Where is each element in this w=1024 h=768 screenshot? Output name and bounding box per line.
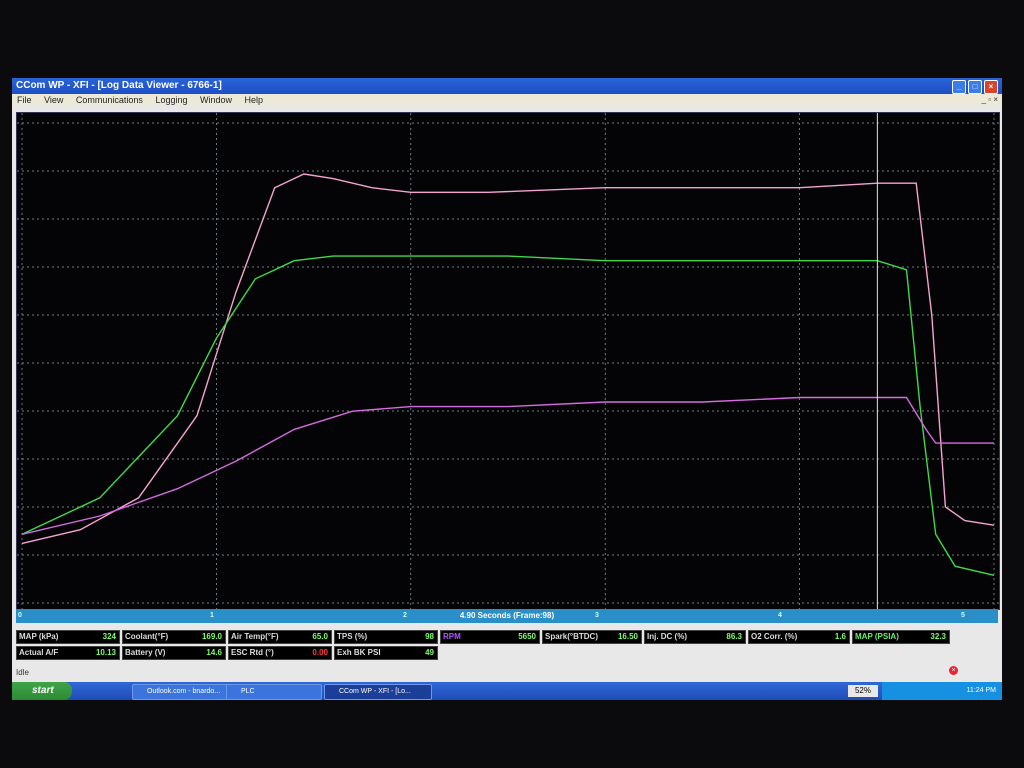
gauge-battery[interactable]: Battery (V) 14.6 [122,646,226,660]
gauge-label: TPS (%) [337,632,368,641]
time-tick: 0 [18,612,22,619]
taskbar-item-ccom[interactable]: CCom WP - XFI - [Lo... [324,684,432,700]
start-label: start [32,685,54,696]
gauge-value: 86.3 [726,632,742,641]
time-tick: 4 [778,612,782,619]
gauge-value: 65.0 [312,632,328,641]
taskbar-item-outlook[interactable]: Outlook.com - bnardo... [132,684,238,700]
gauge-label: Air Temp(°F) [231,632,279,641]
taskbar: start Outlook.com - bnardo... PLC CCom W… [12,682,1002,700]
menu-help[interactable]: Help [240,94,269,106]
gauge-air-temp[interactable]: Air Temp(°F) 65.0 [228,630,332,644]
gauge-label: Actual A/F [19,648,59,657]
screen: CCom WP - XFI - [Log Data Viewer - 6766-… [12,78,1002,700]
title-bar[interactable]: CCom WP - XFI - [Log Data Viewer - 6766-… [12,78,1002,94]
menu-logging[interactable]: Logging [150,94,192,106]
close-icon[interactable]: × [949,666,958,675]
gauge-panel: MAP (kPa) 324 Coolant(°F) 169.0 Air Temp… [16,630,998,664]
system-tray: 52% 11:24 PM [848,682,1002,700]
start-button[interactable]: start [12,682,72,700]
gauge-exh-bk-psi[interactable]: Exh BK PSI 49 [334,646,438,660]
gauge-map-kpa[interactable]: MAP (kPa) 324 [16,630,120,644]
series-line [21,396,994,535]
gauge-value: 16.50 [617,632,638,641]
gauge-value: 32.3 [930,632,946,641]
gauge-value: 0.00 [312,648,328,657]
gauge-value: 5650 [518,632,536,641]
menu-bar: File View Communications Logging Window … [12,94,1002,106]
time-tick: 5 [961,612,965,619]
series-line [21,173,995,545]
gauge-inj-dc[interactable]: Inj. DC (%) 86.3 [644,630,746,644]
log-chart[interactable] [16,112,1000,610]
gauge-value: 49 [425,648,434,657]
close-button[interactable]: × [984,80,998,94]
taskbar-item-plc[interactable]: PLC [226,684,322,700]
menu-communications[interactable]: Communications [71,94,148,106]
series-line [21,255,995,576]
window-title: CCom WP - XFI - [Log Data Viewer - 6766-… [16,80,222,91]
time-tick: 2 [403,612,407,619]
gauge-label: Inj. DC (%) [647,632,687,641]
time-label: 4.90 Seconds (Frame:98) [459,611,555,620]
gauge-label: Spark(°BTDC) [545,632,598,641]
clock: 11:24 PM [966,687,996,694]
gauge-label: Battery (V) [125,648,166,657]
gauge-value: 98 [425,632,434,641]
status-text: Idle [16,668,29,677]
gauge-label: Coolant(°F) [125,632,169,641]
time-tick: 1 [210,612,214,619]
gauge-label: ESC Rtd (°) [231,648,274,657]
gauge-label: MAP (PSIA) [855,632,899,641]
gauge-value: 1.6 [834,632,846,641]
gauge-label: MAP (kPa) [19,632,59,641]
gauge-value: 169.0 [201,632,222,641]
gauge-value: 14.6 [206,648,222,657]
gauge-label: RPM [443,632,461,641]
gauge-value: 324 [102,632,116,641]
gauge-map-psia[interactable]: MAP (PSIA) 32.3 [852,630,950,644]
gauge-spark[interactable]: Spark(°BTDC) 16.50 [542,630,642,644]
menu-file[interactable]: File [12,94,37,106]
gauge-label: O2 Corr. (%) [751,632,798,641]
mdi-controls[interactable]: _ ▫ × [982,94,998,106]
menu-view[interactable]: View [39,94,68,106]
gauge-rpm[interactable]: RPM 5650 [440,630,540,644]
time-tick: 3 [595,612,599,619]
gauge-o2-corr[interactable]: O2 Corr. (%) 1.6 [748,630,850,644]
gauge-actual-af[interactable]: Actual A/F 10.13 [16,646,120,660]
gauge-label: Exh BK PSI [337,648,381,657]
battery-indicator[interactable]: 52% [848,685,878,697]
gauge-value: 10.13 [95,648,116,657]
gauge-tps[interactable]: TPS (%) 98 [334,630,438,644]
menu-window[interactable]: Window [195,94,237,106]
minimize-button[interactable]: _ [952,80,966,94]
gauge-esc-rtd[interactable]: ESC Rtd (°) 0.00 [228,646,332,660]
time-scrollbar[interactable]: 4.90 Seconds (Frame:98) 0 1 2 3 4 5 [16,609,998,623]
gauge-coolant[interactable]: Coolant(°F) 169.0 [122,630,226,644]
maximize-button[interactable]: □ [968,80,982,94]
